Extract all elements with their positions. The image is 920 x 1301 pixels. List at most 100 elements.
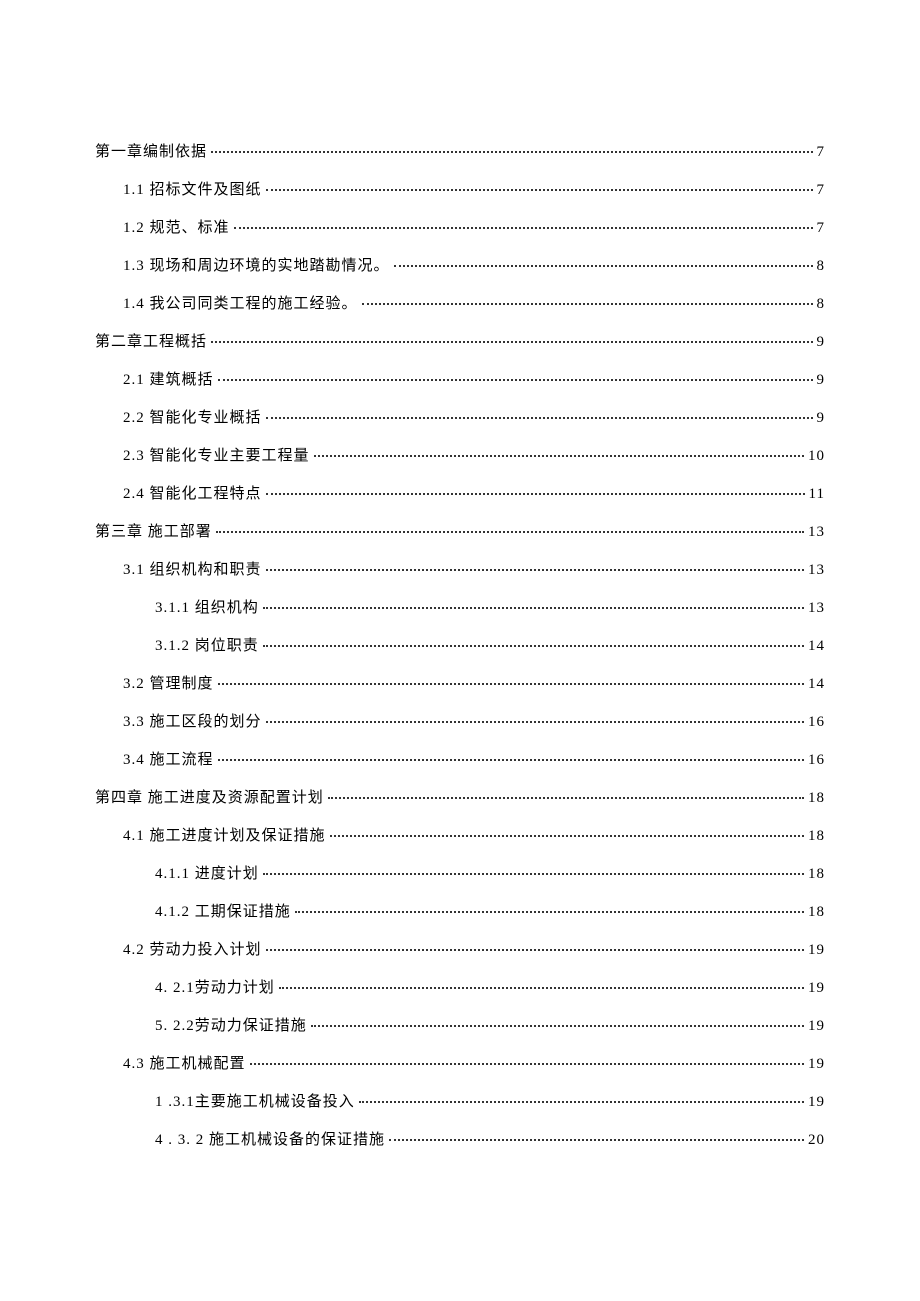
toc-label: 1.4 我公司同类工程的施工经验。 [123,292,358,316]
toc-label: 1.2 规范、标准 [123,216,230,240]
toc-entry: 3.4 施工流程16 [95,748,825,772]
toc-leader-dots [330,835,804,837]
toc-entry: 4.2 劳动力投入计划19 [95,938,825,962]
toc-entry: 3.1 组织机构和职责13 [95,558,825,582]
toc-leader-dots [263,645,804,647]
toc-entry: 1.1 招标文件及图纸 7 [95,178,825,202]
toc-label: 3.2 管理制度 [123,672,214,696]
toc-page-number: 19 [808,1052,825,1076]
toc-entry: 3.3 施工区段的划分 16 [95,710,825,734]
toc-leader-dots [263,607,804,609]
toc-entry: 第二章工程概括 9 [95,330,825,354]
toc-leader-dots [362,303,813,305]
toc-label: 3.1 组织机构和职责 [123,558,262,582]
toc-entry: 第一章编制依据7 [95,140,825,164]
toc-page-number: 14 [808,634,825,658]
toc-entry: 4. 2.1劳动力计划 19 [95,976,825,1000]
toc-leader-dots [218,379,813,381]
toc-label: 4 . 3. 2 施工机械设备的保证措施 [155,1128,385,1152]
toc-entry: 4.1.2 工期保证措施 18 [95,900,825,924]
toc-leader-dots [266,417,813,419]
toc-label: 1.1 招标文件及图纸 [123,178,262,202]
toc-leader-dots [218,683,804,685]
toc-page-number: 13 [808,596,825,620]
toc-leader-dots [359,1101,804,1103]
toc-label: 第二章工程概括 [95,330,207,354]
toc-leader-dots [250,1063,804,1065]
toc-leader-dots [311,1025,804,1027]
toc-leader-dots [266,949,804,951]
toc-entry: 1.2 规范、标准 7 [95,216,825,240]
toc-entry: 5. 2.2劳动力保证措施 19 [95,1014,825,1038]
toc-leader-dots [211,341,812,343]
toc-label: 4.1 施工进度计划及保证措施 [123,824,326,848]
toc-entry: 第三章 施工部署 13 [95,520,825,544]
toc-entry: 1.4 我公司同类工程的施工经验。 8 [95,292,825,316]
toc-page-number: 9 [817,368,826,392]
toc-page-number: 18 [808,900,825,924]
toc-label: 5. 2.2劳动力保证措施 [155,1014,307,1038]
toc-label: 3.4 施工流程 [123,748,214,772]
toc-leader-dots [314,455,804,457]
toc-entry: 1 .3.1主要施工机械设备投入 19 [95,1090,825,1114]
toc-entry: 3.2 管理制度 14 [95,672,825,696]
toc-page-number: 7 [817,178,826,202]
toc-page-number: 16 [808,710,825,734]
toc-page-number: 11 [809,482,825,506]
table-of-contents: 第一章编制依据7 1.1 招标文件及图纸 7 1.2 规范、标准 7 1.3 现场和周边环… [95,140,825,1152]
toc-leader-dots [266,569,804,571]
toc-entry: 3.1.2 岗位职责 14 [95,634,825,658]
toc-label: 2.3 智能化专业主要工程量 [123,444,310,468]
toc-entry: 4.1.1 进度计划 18 [95,862,825,886]
toc-page-number: 18 [808,862,825,886]
toc-page-number: 18 [808,824,825,848]
toc-label: 1 .3.1主要施工机械设备投入 [155,1090,355,1114]
toc-leader-dots [218,759,804,761]
toc-label: 2.1 建筑概括 [123,368,214,392]
toc-label: 2.4 智能化工程特点 [123,482,262,506]
toc-leader-dots [389,1139,804,1141]
toc-page-number: 20 [808,1128,825,1152]
toc-label: 3.1.1 组织机构 [155,596,259,620]
toc-label: 3.3 施工区段的划分 [123,710,262,734]
toc-page-number: 19 [808,1014,825,1038]
toc-page-number: 13 [808,520,825,544]
toc-entry: 2.3 智能化专业主要工程量 10 [95,444,825,468]
toc-leader-dots [295,911,804,913]
toc-entry: 2.2 智能化专业概括9 [95,406,825,430]
toc-page-number: 10 [808,444,825,468]
toc-label: 3.1.2 岗位职责 [155,634,259,658]
toc-entry: 4.1 施工进度计划及保证措施 18 [95,824,825,848]
toc-entry: 1.3 现场和周边环境的实地踏勘情况。8 [95,254,825,278]
toc-label: 第一章编制依据 [95,140,207,164]
toc-entry: 3.1.1 组织机构 13 [95,596,825,620]
toc-leader-dots [394,265,813,267]
toc-leader-dots [263,873,804,875]
toc-label: 1.3 现场和周边环境的实地踏勘情况。 [123,254,390,278]
toc-page-number: 19 [808,976,825,1000]
toc-leader-dots [266,493,805,495]
toc-page-number: 9 [817,406,826,430]
toc-page-number: 7 [817,216,826,240]
toc-entry: 第四章 施工进度及资源配置计划 18 [95,786,825,810]
toc-entry: 4 . 3. 2 施工机械设备的保证措施 20 [95,1128,825,1152]
toc-page-number: 18 [808,786,825,810]
toc-leader-dots [266,721,804,723]
toc-entry: 2.4 智能化工程特点 11 [95,482,825,506]
toc-entry: 4.3 施工机械配置19 [95,1052,825,1076]
toc-page-number: 19 [808,938,825,962]
toc-leader-dots [328,797,804,799]
toc-page-number: 8 [817,292,826,316]
toc-label: 4.1.2 工期保证措施 [155,900,291,924]
toc-leader-dots [216,531,804,533]
toc-label: 第四章 施工进度及资源配置计划 [95,786,324,810]
toc-entry: 2.1 建筑概括 9 [95,368,825,392]
toc-label: 第三章 施工部署 [95,520,212,544]
toc-leader-dots [211,151,812,153]
toc-page-number: 14 [808,672,825,696]
toc-page-number: 19 [808,1090,825,1114]
toc-label: 4.1.1 进度计划 [155,862,259,886]
toc-page-number: 9 [817,330,826,354]
toc-label: 4. 2.1劳动力计划 [155,976,275,1000]
toc-leader-dots [234,227,813,229]
